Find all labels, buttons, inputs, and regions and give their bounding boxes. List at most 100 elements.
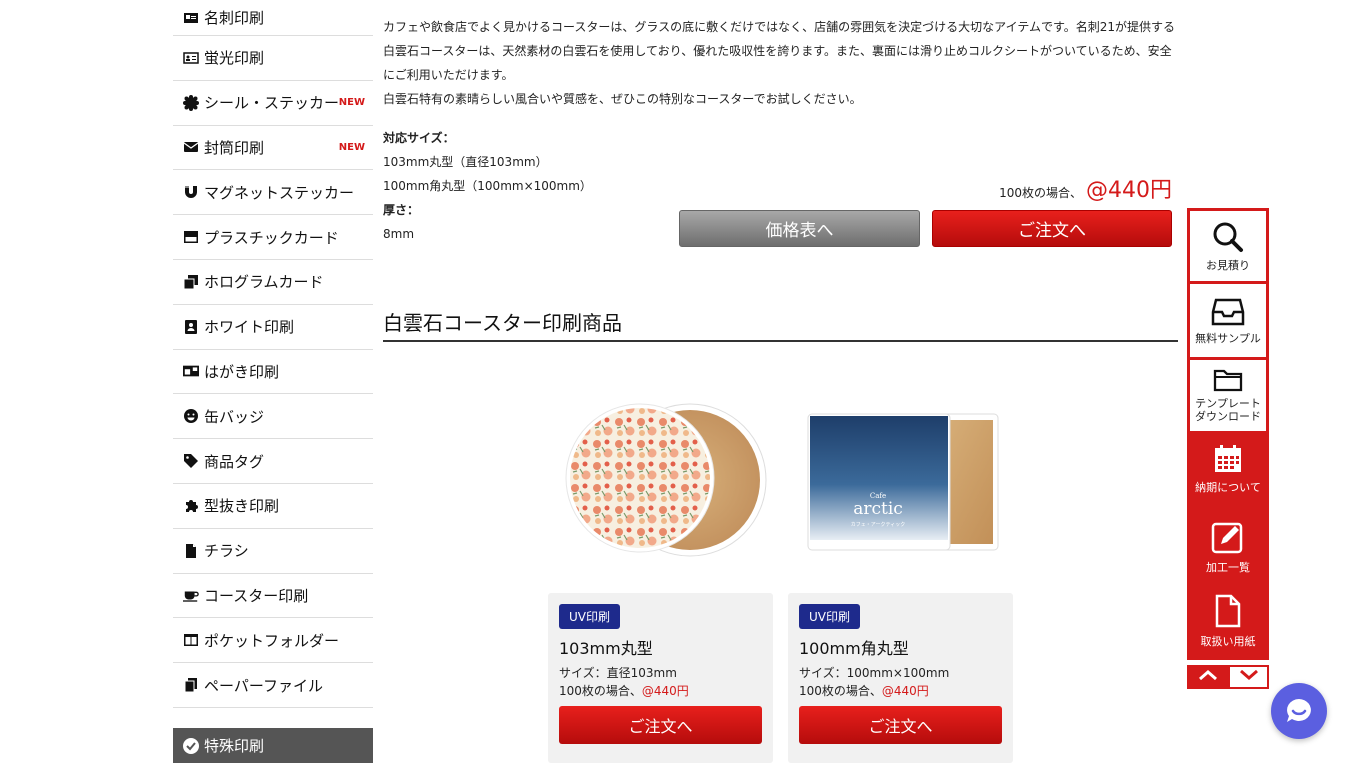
floating-nav: お見積り 無料サンプル テンプレート ダウンロード 納期について 加工一覧 取扱… (1187, 208, 1269, 689)
sidebar-section-label: 特殊印刷 (204, 737, 265, 755)
folder-table-icon (182, 632, 200, 648)
description-line: カフェや飲食店でよく見かけるコースターは、グラスの底に敷くだけではなく、店舗の雰… (383, 20, 1176, 34)
sidebar-item-label: ホログラムカード (204, 273, 324, 292)
delivery-label: 納期について (1195, 481, 1261, 494)
document-icon (182, 543, 200, 559)
sidebar-item-label: チラシ (204, 542, 249, 561)
sidebar-item-label: マグネットステッカー (204, 183, 355, 202)
round-coaster-image[interactable] (548, 372, 772, 582)
paper-link[interactable]: 取扱い用紙 (1201, 594, 1256, 649)
product-name: 100mm角丸型 (799, 639, 909, 658)
square-coaster-image[interactable]: Cafe arctic カフェ・アークティック (788, 372, 1012, 582)
chat-icon (1287, 699, 1311, 722)
new-badge: NEW (338, 97, 365, 109)
product-price-line: 100枚の場合、@440円 (799, 682, 1002, 700)
delivery-link[interactable]: 納期について (1195, 444, 1261, 520)
product-price: @440円 (641, 684, 689, 698)
size-option: 103mm丸型（直径103mm） (383, 155, 548, 169)
postcard-icon (182, 363, 200, 379)
sidebar-item-label: 名刺印刷 (204, 9, 265, 27)
description-line: 白雲石特有の素晴らしい風合いや質感を、ぜひこの特別なコースターでお試しください。 (383, 92, 862, 106)
sidebar-item-die-cut[interactable]: 型抜き印刷 (173, 484, 373, 529)
order-button[interactable]: ご注文へ (932, 210, 1172, 247)
sidebar-item-envelope[interactable]: 封筒印刷 NEW (173, 126, 373, 171)
sidebar-item-label: ホワイト印刷 (204, 318, 295, 337)
scroll-arrows (1187, 665, 1269, 689)
file-icon (1215, 594, 1241, 628)
scroll-up-button[interactable] (1187, 665, 1228, 689)
sidebar-item-label: 蛍光印刷 (204, 49, 265, 68)
sidebar-item-fluorescent[interactable]: 蛍光印刷 (173, 36, 373, 81)
product-spec: 対応サイズ： 103mm丸型（直径103mm） 100mm角丸型（100mm×1… (383, 126, 592, 246)
size-label: 対応サイズ： (383, 131, 455, 145)
sidebar-item-hologram[interactable]: ホログラムカード (173, 260, 373, 305)
sidebar-item-label: ペーパーファイル (204, 676, 323, 695)
sidebar-item-sticker[interactable]: シール・ステッカー NEW (173, 81, 373, 126)
sidebar-item-pocket-folder[interactable]: ポケットフォルダー (173, 618, 373, 664)
coaster-text-tag: カフェ・アークティック (851, 522, 905, 528)
product-order-button[interactable]: ご注文へ (799, 706, 1002, 744)
scroll-down-button[interactable] (1228, 665, 1269, 689)
processing-label: 加工一覧 (1206, 561, 1250, 574)
sidebar-item-coaster[interactable]: コースター印刷 (173, 574, 373, 619)
sidebar-item-label: シール・ステッカー (204, 94, 340, 113)
edit-icon (1211, 522, 1243, 554)
price-table-button[interactable]: 価格表へ (679, 210, 920, 247)
seal-icon (182, 94, 200, 111)
product-price-prefix: 100枚の場合、 (799, 684, 882, 698)
sidebar-item-flyer[interactable]: チラシ (173, 529, 373, 574)
sidebar-item-postcard[interactable]: はがき印刷 (173, 350, 373, 395)
chat-button[interactable] (1271, 683, 1327, 739)
estimate-label: お見積り (1206, 259, 1250, 272)
product-meta: サイズ：直径103mm 100枚の場合、@440円 (559, 664, 762, 700)
coffee-icon (182, 587, 200, 603)
red-nav-group: 納期について 加工一覧 取扱い用紙 (1187, 434, 1269, 660)
product-price-prefix: 100枚の場合、 (559, 684, 642, 698)
check-circle-icon (182, 737, 200, 755)
sidebar-item-magnet[interactable]: マグネットステッカー (173, 170, 373, 216)
new-badge: NEW (338, 141, 365, 153)
smile-icon (182, 408, 200, 424)
price-amount: @440円 (1086, 178, 1172, 203)
hologram-card-icon (182, 274, 200, 290)
calendar-icon (1214, 445, 1241, 472)
business-card-icon (182, 10, 200, 26)
sidebar-section-special[interactable]: 特殊印刷 (173, 728, 373, 763)
copy-icon (182, 677, 200, 693)
product-meta: サイズ：100mm×100mm 100枚の場合、@440円 (799, 664, 1002, 700)
sidebar-item-paper-file[interactable]: ペーパーファイル (173, 663, 373, 708)
processing-link[interactable]: 加工一覧 (1206, 520, 1250, 594)
coaster-text-big: arctic (853, 499, 903, 519)
estimate-link[interactable]: お見積り (1187, 208, 1269, 284)
description-line: 白雲石コースターは、天然素材の白雲石を使用しており、優れた吸収性を誇ります。また… (383, 44, 1172, 58)
template-download-link[interactable]: テンプレート ダウンロード (1187, 360, 1269, 434)
sidebar-item-business-card[interactable]: 名刺印刷 (173, 0, 373, 36)
price-prefix: 100枚の場合、 (999, 186, 1082, 200)
size-option: 100mm角丸型（100mm×100mm） (383, 179, 592, 193)
plastic-card-icon (182, 229, 200, 245)
sidebar-item-label: 封筒印刷 (204, 138, 265, 157)
sidebar-nav: 名刺印刷 蛍光印刷 シール・ステッカー NEW 封筒印刷 NEW マグネットステ… (173, 0, 373, 763)
chevron-up-icon (1198, 669, 1217, 680)
sidebar-item-label: 缶バッジ (204, 407, 265, 426)
magnet-icon (182, 184, 200, 200)
sidebar-item-plastic-card[interactable]: プラスチックカード (173, 215, 373, 260)
uv-print-badge: UV印刷 (559, 604, 620, 629)
sidebar-item-badge[interactable]: 缶バッジ (173, 394, 373, 440)
product-name: 103mm丸型 (559, 639, 653, 658)
product-description: カフェや飲食店でよく見かけるコースターは、グラスの底に敷くだけではなく、店舗の雰… (383, 15, 1178, 111)
price-summary: 100枚の場合、 @440円 (999, 172, 1172, 204)
sidebar-item-tag[interactable]: 商品タグ (173, 439, 373, 484)
product-order-button[interactable]: ご注文へ (559, 706, 762, 744)
paper-label: 取扱い用紙 (1200, 635, 1256, 648)
sidebar-item-label: はがき印刷 (204, 362, 280, 381)
sidebar-item-label: 商品タグ (204, 452, 265, 471)
section-title: 白雲石コースター印刷商品 (383, 307, 1178, 342)
id-card-icon (182, 50, 200, 66)
sidebar-item-label: コースター印刷 (204, 586, 309, 605)
free-sample-link[interactable]: 無料サンプル (1187, 284, 1269, 360)
product-price-line: 100枚の場合、@440円 (559, 682, 762, 700)
sidebar-item-white[interactable]: ホワイト印刷 (173, 305, 373, 350)
sidebar-item-label: 型抜き印刷 (204, 497, 280, 516)
tag-icon (182, 453, 200, 469)
